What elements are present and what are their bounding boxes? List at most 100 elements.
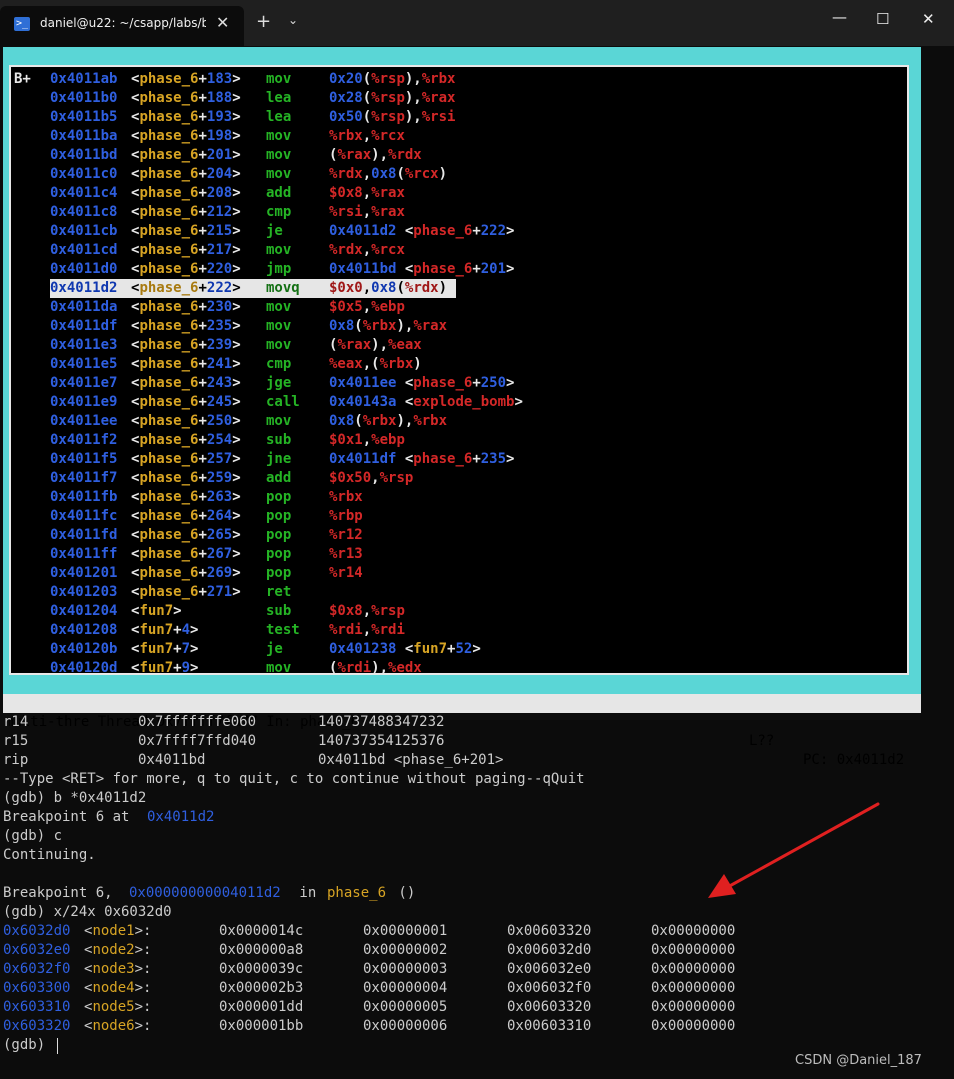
register-name: rip xyxy=(3,752,29,768)
asm-operands: 0x8(%rbx),%rbx xyxy=(329,412,447,431)
asm-operand-part: %rbx xyxy=(362,318,397,334)
asm-func-name: phase_6 xyxy=(139,71,199,87)
asm-offset: 265 xyxy=(206,527,233,543)
memory-word: 0x00000000 xyxy=(651,942,736,958)
asm-operands: $0x8,%rsp xyxy=(329,602,405,621)
asm-func-name: phase_6 xyxy=(139,280,199,296)
memory-label: <node2>: xyxy=(84,942,152,958)
asm-operand-part: ( xyxy=(354,413,363,429)
asm-func-name: phase_6 xyxy=(139,318,199,334)
asm-func-name: phase_6 xyxy=(139,546,199,562)
close-window-button[interactable]: ✕ xyxy=(922,10,935,28)
asm-operand-part: %rax xyxy=(337,147,372,163)
asm-address: 0x4011da xyxy=(50,299,118,315)
memory-word: 0x000000a8 xyxy=(219,942,304,958)
breakpoint-marker: B+ xyxy=(14,71,31,87)
asm-pane[interactable]: B+ 0x4011ab <phase_6+183> mov 0x20(%rsp),%rb… xyxy=(9,65,909,676)
asm-operand-part: ), xyxy=(404,71,422,87)
asm-func-name: phase_6 xyxy=(139,166,199,182)
asm-opcode: lea xyxy=(266,90,292,106)
asm-symbol: <phase_6+220> xyxy=(131,261,241,277)
asm-operands: 0x40143a <explode_bomb> xyxy=(329,393,523,412)
asm-operand-part: 0x8 xyxy=(371,166,397,182)
asm-opcode: pop xyxy=(266,508,292,524)
asm-symbol: <phase_6+267> xyxy=(131,546,241,562)
asm-operand-part: %rdi xyxy=(371,622,405,638)
asm-func-name: phase_6 xyxy=(139,109,199,125)
asm-operand-part: , xyxy=(362,299,372,315)
asm-operand-part: , xyxy=(362,242,372,258)
asm-operand-part: , xyxy=(362,204,372,220)
memory-word: 0x000002b3 xyxy=(219,980,304,996)
asm-operand-part: ), xyxy=(371,147,389,163)
asm-offset: 183 xyxy=(206,71,233,87)
asm-offset: 241 xyxy=(206,356,233,372)
asm-operand-part: %rsp xyxy=(371,90,405,106)
memory-word: 0x00000003 xyxy=(363,961,448,977)
annotation-arrow xyxy=(708,802,880,898)
memory-word: 0x00000000 xyxy=(651,923,736,939)
asm-operand-part: 0x8 xyxy=(329,318,355,334)
asm-func-name: phase_6 xyxy=(139,451,199,467)
asm-operands: 0x4011d2 <phase_6+222> xyxy=(329,222,514,241)
asm-operand-part: + xyxy=(472,375,481,391)
asm-func-name: phase_6 xyxy=(139,147,199,163)
memory-word: 0x00000000 xyxy=(651,961,736,977)
asm-operand-part: ) xyxy=(438,280,448,296)
asm-offset: 250 xyxy=(206,413,233,429)
asm-offset: 263 xyxy=(206,489,233,505)
asm-operand-part: 0x401238 xyxy=(329,641,397,657)
paging-text: --Type <RET> for more, q to quit, c to c… xyxy=(3,771,585,787)
register-dec: 0x4011bd <phase_6+201> xyxy=(318,752,504,768)
memory-word: 0x00000004 xyxy=(363,980,448,996)
chevron-down-icon[interactable]: ⌄ xyxy=(288,13,298,27)
asm-opcode: je xyxy=(266,223,283,239)
asm-opcode: mov xyxy=(266,242,292,258)
asm-operand-part: ), xyxy=(371,337,389,353)
tab-close-icon[interactable]: ✕ xyxy=(216,13,229,32)
asm-symbol: <fun7> xyxy=(131,603,182,619)
asm-operands: 0x4011bd <phase_6+201> xyxy=(329,260,514,279)
asm-operand-part: %rdx xyxy=(329,242,363,258)
asm-operands: 0x20(%rsp),%rbx xyxy=(329,70,455,89)
asm-address: 0x4011fb xyxy=(50,489,118,505)
register-hex: 0x7ffff7ffd040 xyxy=(138,733,257,749)
asm-operand-part: 0x8 xyxy=(371,280,397,296)
asm-opcode: test xyxy=(266,622,300,638)
asm-symbol: <phase_6+250> xyxy=(131,413,241,429)
register-name: r15 xyxy=(3,733,29,749)
asm-operand-part: + xyxy=(472,451,481,467)
terminal-tab[interactable]: >_ daniel@u22: ~/csapp/labs/bo ✕ xyxy=(0,6,244,46)
memory-word: 0x006032d0 xyxy=(507,942,592,958)
memory-word: 0x000001dd xyxy=(219,999,304,1015)
asm-opcode: mov xyxy=(266,166,292,182)
asm-operand-part: ), xyxy=(396,318,414,334)
hit-func: phase_6 xyxy=(327,885,387,901)
asm-operand-part: , xyxy=(371,470,380,486)
asm-operand-part: < xyxy=(396,451,414,467)
asm-opcode: je xyxy=(266,641,283,657)
memory-word: 0x0000039c xyxy=(219,961,304,977)
asm-operand-part: ), xyxy=(371,660,389,676)
asm-opcode: sub xyxy=(266,603,292,619)
asm-offset: 220 xyxy=(206,261,233,277)
memory-address: 0x6032f0 xyxy=(3,961,71,977)
asm-operand-part: %rbx xyxy=(413,413,448,429)
asm-operands: 0x401238 <fun7+52> xyxy=(329,640,481,659)
asm-address: 0x4011e5 xyxy=(50,356,118,372)
asm-operand-part: explode_bomb xyxy=(413,394,515,410)
asm-operand-part: %rdx xyxy=(329,166,363,182)
powershell-icon: >_ xyxy=(14,17,30,31)
asm-opcode: lea xyxy=(266,109,292,125)
asm-operands: $0x0,0x8(%rdx) xyxy=(329,279,447,298)
asm-address: 0x4011ba xyxy=(50,128,118,144)
maximize-button[interactable]: ☐ xyxy=(876,10,889,28)
asm-func-name: phase_6 xyxy=(139,261,199,277)
minimize-button[interactable]: — xyxy=(832,8,847,26)
asm-operand-part: %rcx xyxy=(371,128,405,144)
asm-opcode: sub xyxy=(266,432,292,448)
asm-operand-part: , xyxy=(362,280,372,296)
memory-word: 0x00000006 xyxy=(363,1018,448,1034)
new-tab-button[interactable]: + xyxy=(256,11,271,32)
asm-operand-part: phase_6 xyxy=(413,375,473,391)
